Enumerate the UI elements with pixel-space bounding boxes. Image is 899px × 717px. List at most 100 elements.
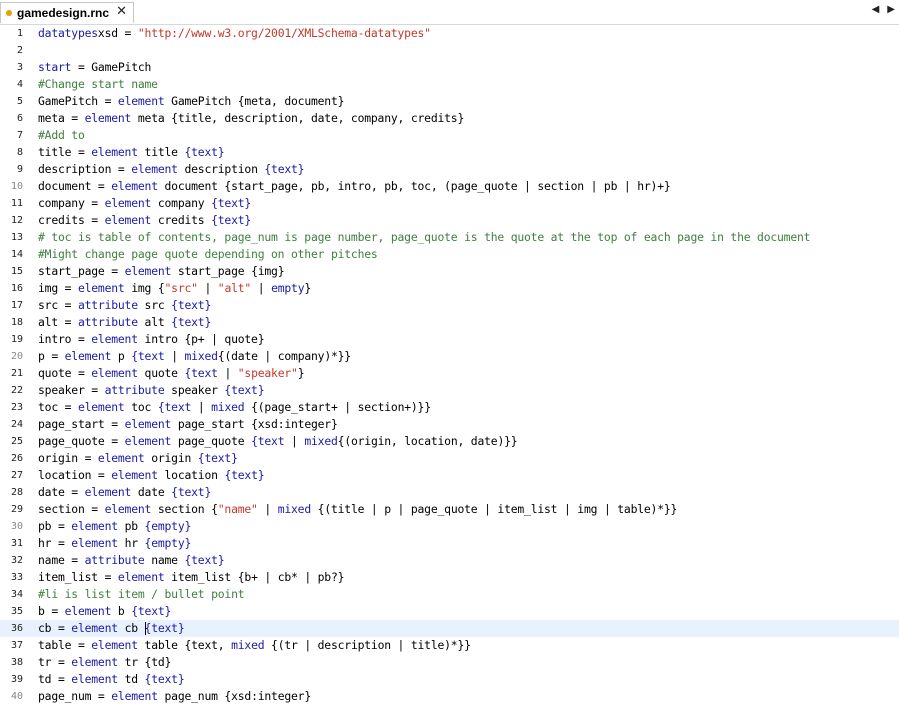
code-text: page_num = element page_num {xsd:integer… xyxy=(38,688,311,705)
code-line[interactable]: 37 table = element table {text, mixed {(t… xyxy=(0,637,899,654)
line-number: 11 xyxy=(10,198,23,209)
code-text: GamePitch = element GamePitch {meta, doc… xyxy=(38,93,344,110)
code-line[interactable]: 26 origin = element origin {text} xyxy=(0,450,899,467)
keyword-token: attribute xyxy=(77,315,138,329)
code-line[interactable]: 38 tr = element tr {td} xyxy=(0,654,899,671)
code-token: page_quote = xyxy=(38,434,125,448)
code-line[interactable]: 21 quote = element quote {text | "speaker… xyxy=(0,365,899,382)
code-token: | xyxy=(197,281,218,295)
code-token: credits xyxy=(151,213,212,227)
code-line[interactable]: 17 src = attribute src {text} xyxy=(0,297,899,314)
keyword-token: element xyxy=(124,264,172,278)
code-line[interactable]: 34 #li is list item / bullet point xyxy=(0,586,899,603)
code-text: # toc is table of contents, page_num is … xyxy=(38,229,811,246)
code-token: | xyxy=(251,281,272,295)
code-line[interactable]: 31 hr = element hr {empty} xyxy=(0,535,899,552)
code-line[interactable]: 40 page_num = element page_num {xsd:integ… xyxy=(0,688,899,705)
code-token: speaker = xyxy=(38,383,105,397)
code-line[interactable]: 27 location = element location {text} xyxy=(0,467,899,484)
code-line[interactable]: 12 credits = element credits {text} xyxy=(0,212,899,229)
code-text: img = element img {"src" | "alt" | empty… xyxy=(38,280,311,297)
keyword-token: element xyxy=(91,366,138,380)
code-line[interactable]: 13 # toc is table of contents, page_num i… xyxy=(0,229,899,246)
code-line[interactable]: 6 meta = element meta {title, description… xyxy=(0,110,899,127)
code-line[interactable]: 33 item_list = element item_list {b+ | cb… xyxy=(0,569,899,586)
code-line[interactable]: 2 xyxy=(0,42,899,59)
code-text: src = attribute src {text} xyxy=(38,297,211,314)
code-line[interactable]: 24 page_start = element page_start {xsd:i… xyxy=(0,416,899,433)
code-line[interactable]: 8 title = element title {text} xyxy=(0,144,899,161)
code-text: datatypesxsd = "http://www.w3.org/2001/X… xyxy=(38,25,431,42)
close-icon[interactable]: ✕ xyxy=(116,4,127,19)
code-line[interactable]: 15 start_page = element start_page {img} xyxy=(0,263,899,280)
code-line[interactable]: 18 alt = attribute alt {text} xyxy=(0,314,899,331)
code-token: meta = xyxy=(38,111,85,125)
code-line[interactable]: 5 GamePitch = element GamePitch {meta, do… xyxy=(0,93,899,110)
code-line[interactable]: 19 intro = element intro {p+ | quote} xyxy=(0,331,899,348)
code-text: td = element td {text} xyxy=(38,671,185,688)
code-text: document = element document {start_page,… xyxy=(38,178,671,195)
code-text: date = element date {text} xyxy=(38,484,211,501)
code-text: cb = element cb {text} xyxy=(38,620,185,637)
keyword-token: {empty} xyxy=(144,519,192,533)
code-token: page_num = xyxy=(38,689,112,703)
code-line[interactable]: 1 datatypesxsd = "http://www.w3.org/2001/… xyxy=(0,25,899,42)
code-token: } xyxy=(297,366,305,380)
code-line[interactable]: 30 pb = element pb {empty} xyxy=(0,518,899,535)
code-editor[interactable]: 1 datatypesxsd = "http://www.w3.org/2001/… xyxy=(0,25,899,717)
code-token: | xyxy=(284,434,305,448)
code-text: #Change start name xyxy=(38,76,158,93)
line-number: 37 xyxy=(10,640,23,651)
code-token: xsd = xyxy=(97,26,138,40)
keyword-token: element xyxy=(71,536,118,550)
keyword-token: {text} xyxy=(197,451,238,465)
code-line[interactable]: 10 document = element document {start_pag… xyxy=(0,178,899,195)
code-line[interactable]: 11 company = element company {text} xyxy=(0,195,899,212)
code-line[interactable]: 23 toc = element toc {text | mixed {(page… xyxy=(0,399,899,416)
keyword-token: start xyxy=(38,60,72,74)
code-line[interactable]: 28 date = element date {text} xyxy=(0,484,899,501)
line-number: 6 xyxy=(16,113,23,124)
code-line[interactable]: 14 #Might change page quote depending on … xyxy=(0,246,899,263)
keyword-token: element xyxy=(84,485,132,499)
tab-gamedesign[interactable]: gamedesign.rnc ✕ xyxy=(0,2,134,23)
code-token: b = xyxy=(38,604,65,618)
line-number: 14 xyxy=(10,249,23,260)
code-token: p xyxy=(111,349,132,363)
code-token: {(page_start+ | section+)}} xyxy=(244,400,431,414)
keyword-token: {text xyxy=(131,349,165,363)
code-text: section = element section {"name" | mixe… xyxy=(38,501,677,518)
code-line[interactable]: 36 cb = element cb {text} xyxy=(0,620,899,637)
code-token: location = xyxy=(38,468,112,482)
code-line[interactable]: 22 speaker = attribute speaker {text} xyxy=(0,382,899,399)
code-text: meta = element meta {title, description,… xyxy=(38,110,464,127)
code-line[interactable]: 25 page_quote = element page_quote {text … xyxy=(0,433,899,450)
code-line[interactable]: 16 img = element img {"src" | "alt" | emp… xyxy=(0,280,899,297)
code-token: img = xyxy=(38,281,78,295)
comment-token: #li is list item / bullet point xyxy=(38,587,245,601)
comment-token: # toc is table of contents, page_num is … xyxy=(38,230,811,244)
code-token: {(date | company)*}} xyxy=(217,349,351,363)
code-line[interactable]: 20 p = element p {text | mixed{(date | co… xyxy=(0,348,899,365)
scroll-left-icon[interactable]: ◀ xyxy=(872,4,880,15)
code-token: tr = xyxy=(38,655,72,669)
line-number: 4 xyxy=(16,79,23,90)
scroll-right-icon[interactable]: ▶ xyxy=(887,4,895,15)
code-token: document {start_page, pb, intro, pb, toc… xyxy=(157,179,671,193)
code-text: #Add to xyxy=(38,127,85,144)
code-line[interactable]: 29 section = element section {"name" | mi… xyxy=(0,501,899,518)
code-line[interactable]: 9 description = element description {text… xyxy=(0,161,899,178)
keyword-token: attribute xyxy=(84,553,145,567)
code-line[interactable]: 7 #Add to xyxy=(0,127,899,144)
line-number: 19 xyxy=(10,334,23,345)
code-line[interactable]: 35 b = element b {text} xyxy=(0,603,899,620)
code-text: company = element company {text} xyxy=(38,195,251,212)
code-token: table = xyxy=(38,638,92,652)
comment-token: #Change start name xyxy=(38,77,158,91)
code-line[interactable]: 4 #Change start name xyxy=(0,76,899,93)
code-text: origin = element origin {text} xyxy=(38,450,238,467)
code-line[interactable]: 3 start = GamePitch xyxy=(0,59,899,76)
code-token: speaker xyxy=(164,383,225,397)
code-line[interactable]: 32 name = attribute name {text} xyxy=(0,552,899,569)
code-line[interactable]: 39 td = element td {text} xyxy=(0,671,899,688)
